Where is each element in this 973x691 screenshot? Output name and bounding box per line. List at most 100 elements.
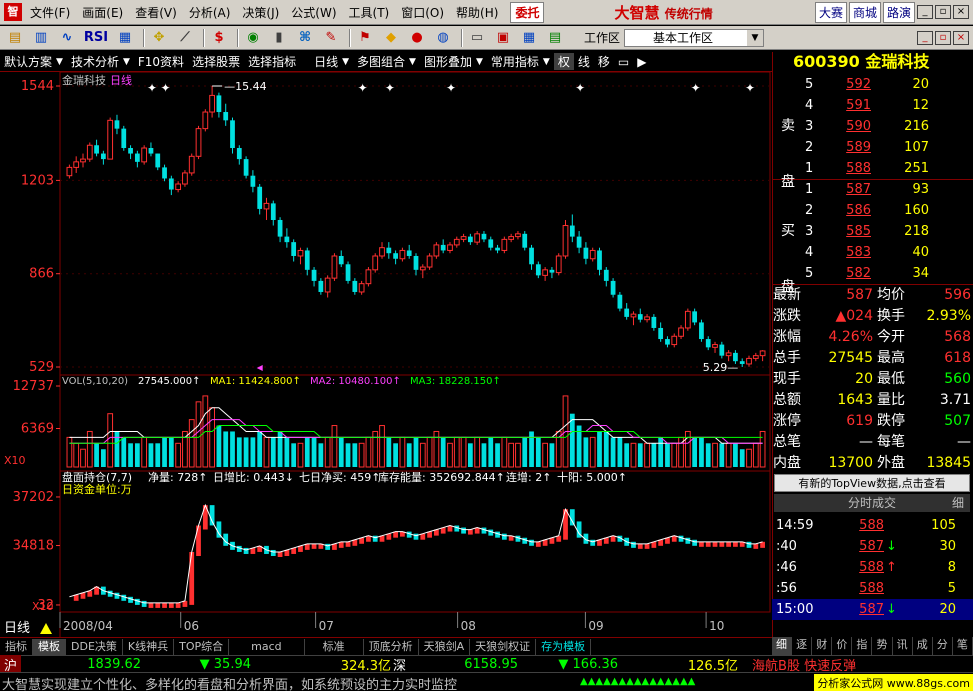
alert-icon[interactable]: ⚑ [354, 28, 376, 48]
calendar-icon[interactable]: ▣ [492, 28, 514, 48]
move-button[interactable]: 移 [594, 53, 614, 70]
bars-icon[interactable]: ▮ [268, 28, 290, 48]
workarea-select[interactable]: 基本工作区 ▼ [624, 28, 765, 47]
select-indicator-menu[interactable]: 选择指标 [244, 53, 300, 70]
main-chart[interactable]: 1544 1203 866 529 金瑞科技 日线 —15.44 5.29— ✦ ✦ ✦ ✦ ✦ ✦ ✦ ✦ 1… [0, 72, 772, 637]
sell-row[interactable]: 4 591 12 [773, 95, 973, 116]
common-indicator-menu[interactable]: 常用指标 [487, 53, 543, 70]
globe-icon[interactable]: ◍ [432, 28, 454, 48]
chevron-down-icon[interactable]: ▼ [747, 29, 764, 46]
layout-icon[interactable]: ▭ [466, 28, 488, 48]
restore-icon[interactable]: ▫ [935, 30, 951, 45]
window-icon[interactable]: ▭ [614, 55, 633, 69]
tick-row[interactable]: :46 588 ↑ 8 [772, 557, 973, 578]
order-price[interactable]: 588 [819, 158, 871, 179]
open-folder-icon[interactable]: ▤ [4, 28, 26, 48]
line-button[interactable]: 线 [574, 53, 594, 70]
sz-index-value[interactable]: 6158.95 [408, 657, 518, 672]
order-price[interactable]: 587 [819, 179, 871, 200]
multi-chart-menu[interactable]: 多图组合 [353, 53, 409, 70]
select-stock-menu[interactable]: 选择股票 [188, 53, 244, 70]
side-tab-news[interactable]: 讯 [893, 637, 913, 655]
side-tab-indicator[interactable]: 指 [852, 637, 873, 655]
roadshow-button[interactable]: 路演 [882, 1, 915, 23]
order-price[interactable]: 585 [819, 221, 871, 242]
play-icon[interactable]: ▶ [633, 55, 650, 69]
scheme-menu[interactable]: 默认方案 [0, 53, 56, 70]
close-icon[interactable]: × [953, 5, 969, 19]
menu-screen[interactable]: 画面(E) [78, 4, 131, 21]
binoculars-icon[interactable]: ⌘ [294, 28, 316, 48]
menu-help[interactable]: 帮助(H) [452, 4, 506, 21]
side-tab-price[interactable]: 价 [832, 637, 853, 655]
order-price[interactable]: 583 [819, 242, 871, 263]
tick-row[interactable]: :40 587 ↓ 30 [772, 536, 973, 557]
side-tab-finance[interactable]: 财 [812, 637, 833, 655]
topview-notice[interactable]: 有新的TopView数据,点击查看 [774, 474, 970, 492]
report-icon[interactable]: ▦ [114, 28, 136, 48]
pencil-icon[interactable]: ✎ [320, 28, 342, 48]
contest-button[interactable]: 大赛 [814, 1, 847, 23]
close-icon[interactable]: × [953, 30, 969, 45]
minimize-icon[interactable]: _ [917, 30, 933, 45]
tab-dde[interactable]: DDE决策 [66, 638, 123, 655]
chevron-down-icon[interactable]: ▼ [56, 57, 67, 67]
tab-save-template[interactable]: 存为模板 [536, 638, 592, 655]
chevron-down-icon[interactable]: ▼ [409, 57, 420, 67]
sell-row[interactable]: 1 588 251 [773, 158, 973, 179]
side-tab-each[interactable]: 逐 [792, 637, 813, 655]
ruler-icon[interactable]: ⟋ [174, 28, 196, 48]
tick-detail-button[interactable]: 细 [952, 494, 964, 512]
menu-decision[interactable]: 决策(J) [238, 4, 287, 21]
order-price[interactable]: 592 [819, 74, 871, 95]
side-tab-trend[interactable]: 势 [872, 637, 893, 655]
side-tab-deal[interactable]: 成 [913, 637, 933, 655]
sell-row[interactable]: 3 590 216 [773, 116, 973, 137]
tab-kline-soldier[interactable]: K线神兵 [123, 638, 175, 655]
buy-row[interactable]: 3 585 218 [773, 221, 973, 242]
kline-chart-icon[interactable]: ▥ [30, 28, 52, 48]
overlay-menu[interactable]: 图形叠加 [420, 53, 476, 70]
display-icon[interactable]: ◉ [242, 28, 264, 48]
menu-analysis[interactable]: 分析(A) [185, 4, 239, 21]
tab-standard[interactable]: 标准 [305, 638, 364, 655]
restore-icon[interactable]: ▫ [935, 5, 951, 19]
scroll-marker-icon[interactable] [40, 623, 52, 634]
menu-formula[interactable]: 公式(W) [287, 4, 344, 21]
tab-macd[interactable]: macd [229, 638, 305, 655]
book-icon[interactable]: ▤ [544, 28, 566, 48]
crosshair-icon[interactable]: ✥ [148, 28, 170, 48]
tick-row[interactable]: 14:59 588 105 [772, 515, 973, 536]
mall-button[interactable]: 商城 [848, 1, 881, 23]
minimize-icon[interactable]: _ [917, 5, 933, 19]
table-icon[interactable]: ▦ [518, 28, 540, 48]
side-tab-detail[interactable]: 细 [772, 637, 793, 655]
sell-row[interactable]: 5 592 20 [773, 74, 973, 95]
dollar-icon[interactable]: $ [208, 28, 230, 48]
buy-row[interactable]: 1 587 93 [773, 179, 973, 200]
buy-row[interactable]: 2 586 160 [773, 200, 973, 221]
sell-row[interactable]: 2 589 107 [773, 137, 973, 158]
sh-index-value[interactable]: 1839.62 [21, 657, 141, 672]
period-menu[interactable]: 日线 [300, 53, 342, 70]
minute-chart-icon[interactable]: ∿ [56, 28, 78, 48]
rsi-icon[interactable]: RSI [82, 28, 110, 48]
menu-view[interactable]: 查看(V) [131, 4, 185, 21]
order-price[interactable]: 586 [819, 200, 871, 221]
tab-indicator[interactable]: 指标 [0, 638, 33, 655]
chevron-down-icon[interactable]: ▼ [476, 57, 487, 67]
f10-menu[interactable]: F10资料 [134, 53, 188, 70]
tick-row[interactable]: 15:00 587 ↓ 20 [772, 599, 973, 620]
order-button[interactable]: 委托 [510, 1, 545, 23]
order-price[interactable]: 590 [819, 116, 871, 137]
rights-button[interactable]: 权 [553, 53, 574, 70]
menu-file[interactable]: 文件(F) [26, 4, 78, 21]
chevron-down-icon[interactable]: ▼ [342, 57, 353, 67]
side-tab-trade[interactable]: 笔 [953, 637, 973, 655]
tab-tianlang-warrant[interactable]: 天狼剑权证 [470, 638, 537, 655]
order-price[interactable]: 589 [819, 137, 871, 158]
app-logo-icon[interactable]: 智 [4, 3, 22, 21]
diamond-icon[interactable]: ◆ [380, 28, 402, 48]
buy-row[interactable]: 4 583 40 [773, 242, 973, 263]
tick-row[interactable]: :56 588 5 [772, 578, 973, 599]
